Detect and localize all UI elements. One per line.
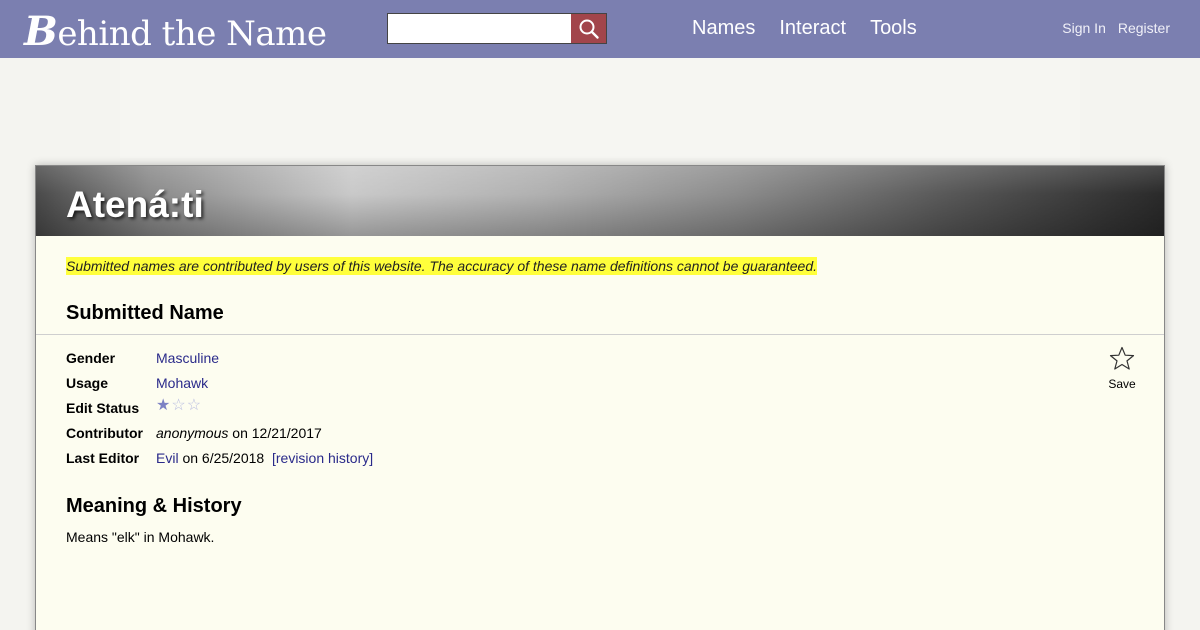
- edit-status-stars[interactable]: ★ ☆ ☆: [156, 398, 201, 416]
- nav-tools[interactable]: Tools: [870, 17, 917, 40]
- save-button[interactable]: Save: [1104, 346, 1140, 391]
- last-editor-label: Last Editor: [66, 450, 140, 466]
- name-header-banner: [36, 166, 1164, 236]
- star-empty-icon: ☆: [186, 397, 202, 414]
- save-label: Save: [1108, 377, 1136, 391]
- info-row-gender: Gender Masculine: [66, 350, 219, 366]
- usage-label: Usage: [66, 375, 109, 391]
- last-editor-link[interactable]: Evil: [156, 450, 179, 466]
- nav-names[interactable]: Names: [692, 17, 755, 40]
- main-nav: Names Interact Tools: [692, 17, 917, 40]
- search-box: [387, 13, 607, 44]
- search-input[interactable]: [388, 14, 571, 43]
- search-button[interactable]: [571, 14, 606, 43]
- sign-in-link[interactable]: Sign In: [1062, 20, 1106, 36]
- info-row-last-editor: Last Editor Evil on 6/25/2018 [revision …: [66, 450, 373, 466]
- last-editor-date: on 6/25/2018: [182, 450, 265, 466]
- disclaimer-notice: Submitted names are contributed by users…: [66, 257, 817, 275]
- section-divider: [36, 334, 1164, 335]
- edit-status-label: Edit Status: [66, 400, 140, 416]
- section-heading-submitted: Submitted Name: [66, 302, 224, 324]
- top-nav-bar: Behind the Name Names Interact Tools Sig…: [0, 0, 1200, 58]
- gender-label: Gender: [66, 350, 116, 366]
- contributor-name: anonymous: [156, 425, 229, 441]
- page-title: Atená:ti: [66, 184, 204, 225]
- section-heading-meaning: Meaning & History: [66, 495, 242, 517]
- nav-interact[interactable]: Interact: [779, 17, 846, 40]
- name-card: Atená:ti Submitted names are contributed…: [35, 165, 1165, 630]
- info-row-contributor: Contributor anonymous on 12/21/2017: [66, 425, 322, 441]
- site-logo[interactable]: Behind the Name: [24, 8, 327, 55]
- gender-link[interactable]: Masculine: [156, 350, 219, 366]
- contributor-date: on 12/21/2017: [232, 425, 322, 441]
- usage-link[interactable]: Mohawk: [156, 375, 208, 391]
- star-filled-icon: ★: [156, 397, 171, 414]
- logo-initial: B: [24, 8, 58, 55]
- logo-text: ehind the Name: [57, 14, 327, 54]
- revision-history-link[interactable]: [revision history]: [272, 450, 373, 466]
- auth-links: Sign In Register: [1062, 20, 1170, 36]
- meaning-text: Means "elk" in Mohawk.: [66, 529, 215, 545]
- info-row-usage: Usage Mohawk: [66, 375, 208, 391]
- star-outline-icon: [1109, 346, 1135, 370]
- register-link[interactable]: Register: [1118, 20, 1170, 36]
- ad-placeholder: [120, 58, 1080, 158]
- search-icon: [579, 19, 599, 39]
- info-row-edit-status: Edit Status ★ ☆ ☆: [66, 398, 201, 417]
- contributor-label: Contributor: [66, 425, 143, 441]
- star-empty-icon: ☆: [171, 397, 186, 414]
